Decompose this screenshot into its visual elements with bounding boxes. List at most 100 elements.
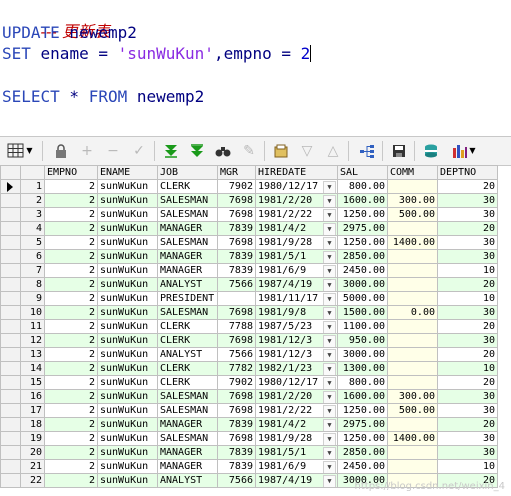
cell-sal[interactable]: 1300.00 [337,361,388,376]
cell-hiredate[interactable]: 1980/12/17 ▼ [255,375,338,390]
cell-deptno[interactable]: 30 [437,389,498,404]
cell-empno[interactable]: 2 [44,375,98,390]
cell-ename[interactable]: sunWuKun [97,333,158,348]
cell-empno[interactable]: 2 [44,417,98,432]
cell-comm[interactable] [387,375,438,390]
date-dropdown-icon[interactable]: ▼ [323,447,336,459]
cell-sal[interactable]: 1100.00 [337,319,388,334]
cell-sal[interactable]: 1250.00 [337,431,388,446]
cell-ename[interactable]: sunWuKun [97,347,158,362]
export-icon[interactable] [420,140,442,161]
cell-mgr[interactable]: 7698 [217,235,256,250]
cell-mgr[interactable] [217,291,256,306]
col-header-mgr[interactable]: MGR [217,165,256,180]
cell-hiredate[interactable]: 1981/2/20 ▼ [255,193,338,208]
row-indicator[interactable] [0,193,21,208]
cell-mgr[interactable]: 7839 [217,263,256,278]
last-record-icon[interactable] [186,140,208,161]
date-dropdown-icon[interactable]: ▼ [323,419,336,431]
cell-ename[interactable]: sunWuKun [97,417,158,432]
cell-comm[interactable]: 1400.00 [387,431,438,446]
cell-job[interactable]: ANALYST [157,277,218,292]
cell-job[interactable]: ANALYST [157,473,218,488]
table-row[interactable]: 14 2 sunWuKun CLERK 7782 1982/1/23 ▼ 1300.00 10 [0,361,498,376]
date-dropdown-icon[interactable]: ▼ [323,335,336,347]
cell-comm[interactable] [387,249,438,264]
cell-job[interactable]: MANAGER [157,445,218,460]
cell-deptno[interactable]: 30 [437,235,498,250]
cell-hiredate[interactable]: 1981/4/2 ▼ [255,221,338,236]
cell-mgr[interactable]: 7902 [217,179,256,194]
cell-hiredate[interactable]: 1987/4/19 ▼ [255,473,338,488]
cell-hiredate[interactable]: 1981/6/9 ▼ [255,263,338,278]
row-indicator[interactable] [0,179,21,194]
cell-sal[interactable]: 3000.00 [337,347,388,362]
cell-sal[interactable]: 1600.00 [337,389,388,404]
cell-job[interactable]: CLERK [157,361,218,376]
cell-comm[interactable]: 300.00 [387,389,438,404]
cell-comm[interactable] [387,277,438,292]
cell-sal[interactable]: 2975.00 [337,221,388,236]
cell-ename[interactable]: sunWuKun [97,179,158,194]
cell-hiredate[interactable]: 1981/5/1 ▼ [255,249,338,264]
date-dropdown-icon[interactable]: ▼ [323,391,336,403]
table-row[interactable]: 12 2 sunWuKun CLERK 7698 1981/12/3 ▼ 950.00 30 [0,333,498,348]
cell-sal[interactable]: 2450.00 [337,459,388,474]
cell-job[interactable]: CLERK [157,333,218,348]
cell-deptno[interactable]: 20 [437,221,498,236]
cell-deptno[interactable]: 30 [437,403,498,418]
date-dropdown-icon[interactable]: ▼ [323,433,336,445]
cell-job[interactable]: SALESMAN [157,193,218,208]
tree-icon[interactable] [356,140,378,161]
cell-hiredate[interactable]: 1981/12/3 ▼ [255,347,338,362]
cell-empno[interactable]: 2 [44,207,98,222]
cell-job[interactable]: SALESMAN [157,389,218,404]
table-row[interactable]: 10 2 sunWuKun SALESMAN 7698 1981/9/8 ▼ 1500.00 0… [0,305,498,320]
cell-mgr[interactable]: 7566 [217,277,256,292]
row-indicator[interactable] [0,263,21,278]
cell-job[interactable]: ANALYST [157,347,218,362]
cell-ename[interactable]: sunWuKun [97,473,158,488]
cell-deptno[interactable]: 30 [437,445,498,460]
cell-ename[interactable]: sunWuKun [97,277,158,292]
cell-hiredate[interactable]: 1981/2/22 ▼ [255,403,338,418]
cell-comm[interactable]: 0.00 [387,305,438,320]
cell-mgr[interactable]: 7698 [217,403,256,418]
delete-row-icon[interactable]: − [102,140,124,161]
cell-mgr[interactable]: 7698 [217,333,256,348]
cell-deptno[interactable]: 10 [437,263,498,278]
cell-job[interactable]: MANAGER [157,417,218,432]
row-indicator[interactable] [0,305,21,320]
cell-sal[interactable]: 2850.00 [337,249,388,264]
cell-mgr[interactable]: 7782 [217,361,256,376]
sql-editor[interactable]: --- 更新表 UPDATE newemp2 SET ename = 'sunW… [0,0,511,118]
cell-comm[interactable] [387,459,438,474]
cell-sal[interactable]: 800.00 [337,375,388,390]
cell-empno[interactable]: 2 [44,473,98,488]
cell-hiredate[interactable]: 1981/9/28 ▼ [255,431,338,446]
row-indicator[interactable] [0,291,21,306]
add-row-icon[interactable]: + [76,140,98,161]
cell-empno[interactable]: 2 [44,347,98,362]
cell-hiredate[interactable]: 1981/11/17 ▼ [255,291,338,306]
cell-mgr[interactable]: 7566 [217,473,256,488]
cell-ename[interactable]: sunWuKun [97,207,158,222]
cell-hiredate[interactable]: 1982/1/23 ▼ [255,361,338,376]
cell-ename[interactable]: sunWuKun [97,459,158,474]
cell-empno[interactable]: 2 [44,361,98,376]
table-row[interactable]: 1 2 sunWuKun CLERK 7902 1980/12/17 ▼ 800.00 20 [0,179,498,194]
row-indicator[interactable] [0,459,21,474]
cell-empno[interactable]: 2 [44,389,98,404]
cell-comm[interactable] [387,221,438,236]
cell-deptno[interactable]: 20 [437,375,498,390]
cell-job[interactable]: CLERK [157,375,218,390]
cell-job[interactable]: MANAGER [157,459,218,474]
table-row[interactable]: 5 2 sunWuKun SALESMAN 7698 1981/9/28 ▼ 1250.00 1… [0,235,498,250]
date-dropdown-icon[interactable]: ▼ [323,279,336,291]
cell-comm[interactable]: 500.00 [387,207,438,222]
row-indicator[interactable] [0,221,21,236]
cell-deptno[interactable]: 30 [437,431,498,446]
cell-deptno[interactable]: 10 [437,459,498,474]
cell-sal[interactable]: 1600.00 [337,193,388,208]
cell-hiredate[interactable]: 1981/12/3 ▼ [255,333,338,348]
